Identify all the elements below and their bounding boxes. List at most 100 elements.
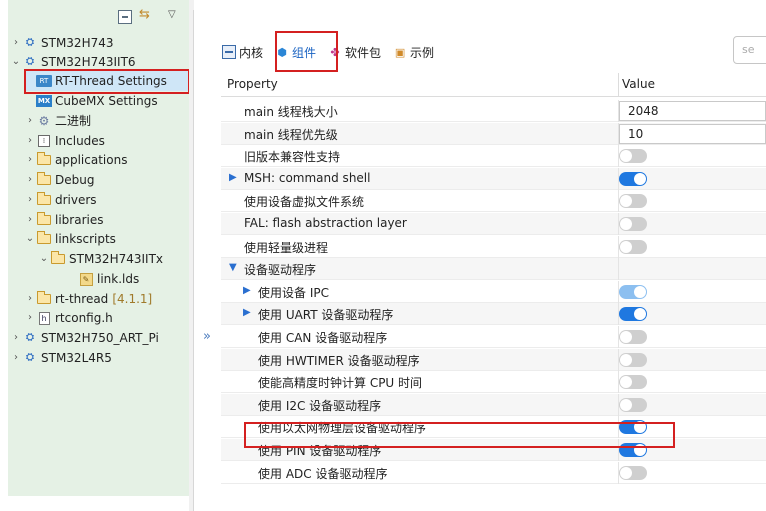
search-input[interactable]: se [733,36,766,64]
tree-item-debug[interactable]: › Debug [24,170,94,190]
collapse-all-icon[interactable] [118,10,132,24]
column-header-value[interactable]: Value [622,77,655,91]
link-with-editor-icon[interactable]: ⇆ [139,7,153,22]
property-row[interactable]: main 线程优先级 10 [221,122,766,145]
property-toggle[interactable] [619,352,647,367]
tree-item-stm32h743[interactable]: › ⛭ STM32H743 [10,33,114,53]
tree-item-cubemx-settings[interactable]: MX CubeMX Settings [24,91,158,111]
tree-item-stm32h743iitx[interactable]: ⌄ STM32H743IITx [38,249,163,269]
folder-icon [36,172,52,187]
tab-packages[interactable]: ✤ 软件包 [328,40,381,64]
tree-item-applications[interactable]: › applications [24,150,127,170]
property-toggle[interactable] [619,330,647,344]
property-toggle[interactable] [619,375,647,390]
property-label: 使用以太网物理层设备驱动程序 [258,421,427,436]
tree-item-stm32h743iit6[interactable]: ⌄ ⛭ STM32H743IIT6 [10,52,136,72]
tab-kernel[interactable]: 内核 [222,40,263,64]
expanded-arrow-icon[interactable]: ⌄ [38,249,50,269]
property-row[interactable]: 使用 PIN 设备驱动程序 [221,439,766,461]
property-row[interactable]: 使用 I2C 设备驱动程序 [221,393,766,416]
property-value-input[interactable]: 10 [619,123,766,144]
tree-item-libraries[interactable]: › libraries [24,210,103,230]
collapsed-arrow-icon[interactable]: › [24,150,36,170]
column-header-property[interactable]: Property [227,77,278,91]
property-row[interactable]: main 线程栈大小 2048 [221,100,766,122]
collapsed-arrow-icon[interactable]: › [24,210,36,230]
property-row[interactable]: 使能高精度时钟计算 CPU 时间 [221,371,766,394]
property-toggle[interactable] [619,239,647,254]
tree-item-label: rtconfig.h [55,311,113,325]
property-toggle[interactable] [619,443,647,457]
property-row[interactable]: 使用 HWTIMER 设备驱动程序 [221,348,766,371]
tab-examples[interactable]: ▣ 示例 [393,40,434,64]
folder-icon-glyph [37,212,51,225]
property-row[interactable]: ▶ 使用设备 IPC [221,280,766,303]
expand-panel-icon[interactable]: » [203,330,211,344]
tree-item-drivers[interactable]: › drivers [24,190,97,210]
collapsed-arrow-icon[interactable]: › [24,111,36,131]
collapsed-arrow-icon[interactable]: › [24,131,36,151]
toggle-knob [620,195,632,208]
property-label: 设备驱动程序 [244,263,317,278]
project-icon: ⛭ [22,331,38,345]
tree-item-label: Debug [55,173,95,187]
property-value-input[interactable]: 2048 [619,101,766,121]
tree-item-label: STM32H743IITx [69,252,164,266]
examples-icon: ▣ [394,45,406,59]
tree-item-linkscripts[interactable]: ⌄ linkscripts [24,229,116,249]
property-toggle[interactable] [619,397,647,412]
collapsed-arrow-icon[interactable]: › [10,33,22,53]
property-row[interactable]: ▼ 设备驱动程序 [221,258,766,281]
rt-thread-settings-icon: RT [36,74,52,88]
tree-item-stm32l4r5[interactable]: › ⛭ STM32L4R5 [10,348,112,368]
property-row[interactable]: FAL: flash abstraction layer [221,213,766,235]
binaries-icon-glyph: ⚙ [38,114,50,128]
property-row[interactable]: 使用以太网物理层设备驱动程序 [221,416,766,439]
collapsed-arrow-icon[interactable]: › [24,289,36,309]
tree-item-rt-thread[interactable]: › rt-thread [4.1.1] [24,289,152,309]
expanded-arrow-icon[interactable]: ⌄ [10,52,22,72]
property-row[interactable]: 使用 ADC 设备驱动程序 [221,461,766,484]
property-toggle[interactable] [619,171,647,186]
tree-item-rt-thread-settings[interactable]: RT RT-Thread Settings [24,71,189,91]
collapsed-triangle-icon[interactable]: ▶ [243,307,251,318]
tree-item-includes[interactable]: › ⁞ Includes [24,131,105,151]
property-row[interactable]: 使用设备虚拟文件系统 [221,190,766,213]
property-row[interactable]: ▶ 使用 UART 设备驱动程序 [221,303,766,326]
expanded-triangle-icon[interactable]: ▼ [229,262,237,273]
view-menu-icon[interactable]: ▽ [168,8,182,22]
property-label: 使用 UART 设备驱动程序 [258,308,394,323]
collapsed-triangle-icon[interactable]: ▶ [229,172,237,183]
folder-icon [36,192,52,207]
collapsed-arrow-icon[interactable]: › [24,308,36,328]
property-row[interactable]: 使用 CAN 设备驱动程序 [221,326,766,348]
property-toggle[interactable] [619,217,647,231]
property-row[interactable]: ▶ MSH: command shell [221,167,766,190]
tree-item-link-lds[interactable]: ✎ link.lds [66,269,139,289]
tab-packages-label: 软件包 [345,45,382,60]
collapsed-arrow-icon[interactable]: › [10,348,22,368]
tree-item-stm32h750-art-pi[interactable]: › ⛭ STM32H750_ART_Pi [10,328,159,348]
collapsed-arrow-icon[interactable]: › [24,170,36,190]
property-toggle[interactable] [619,465,647,480]
tree-item-[interactable]: › ⚙ 二进制 [24,111,91,131]
collapsed-arrow-icon[interactable]: › [24,190,36,210]
toggle-knob [634,285,646,298]
property-row[interactable]: 旧版本兼容性支持 [221,145,766,168]
tree-item-rtconfig-h[interactable]: › h rtconfig.h [24,308,113,328]
expanded-arrow-icon[interactable]: ⌄ [24,229,36,249]
property-toggle[interactable] [619,194,647,209]
tree-item-label: drivers [55,193,97,207]
property-toggle[interactable] [619,149,647,164]
folder-icon-glyph [37,231,51,244]
property-toggle[interactable] [619,307,647,322]
property-toggle[interactable] [619,284,647,299]
column-separator[interactable] [618,73,619,96]
grid-header: Property Value [221,73,766,97]
collapsed-arrow-icon[interactable]: › [10,328,22,348]
tab-component[interactable]: ⬢ 组件 [275,40,316,64]
property-row[interactable]: 使用轻量级进程 [221,235,766,258]
property-toggle[interactable] [619,420,647,435]
folder-icon [36,231,52,246]
collapsed-triangle-icon[interactable]: ▶ [243,285,251,296]
